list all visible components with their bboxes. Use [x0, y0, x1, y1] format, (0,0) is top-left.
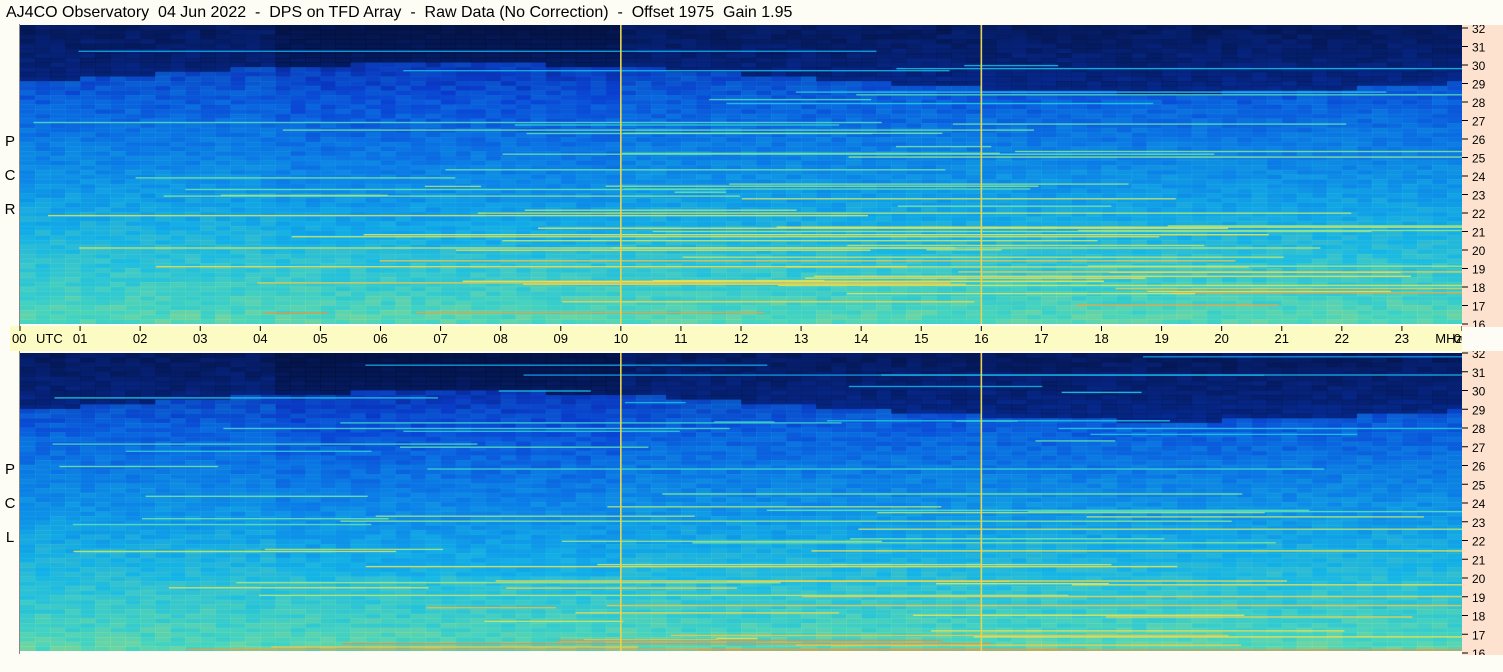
- lcp-frequency-axis-svg: 16 17 18 19 20 21 22 23 24 25 26 27 28 29 30 31 32: [1462, 351, 1486, 655]
- lcp-freq-tick-label: 22: [1472, 535, 1486, 549]
- rcp-freq-tick-label: 28: [1472, 96, 1486, 110]
- time-tick-label: 19: [1154, 331, 1168, 346]
- rcp-letter-r: R: [4, 201, 16, 218]
- lcp-freq-tick-label: 28: [1472, 422, 1486, 436]
- time-tick-label: 10: [614, 331, 628, 346]
- time-tick-label: 09: [554, 331, 568, 346]
- time-tick-label: 04: [253, 331, 267, 346]
- rcp-freq-tick-label: 29: [1472, 78, 1486, 92]
- lcp-spectrogram: [20, 353, 1462, 651]
- rcp-frequency-axis: 16 17 18 19 20 21 22 23 24 25 26 27 28 29 30 31 32: [1462, 25, 1503, 327]
- time-tick-label: 21: [1275, 331, 1289, 346]
- time-tick-label: 00: [12, 331, 26, 346]
- time-tick-label: 17: [1034, 331, 1048, 346]
- lcp-freq-tick-label: 32: [1472, 351, 1486, 361]
- rcp-label: P C R: [0, 125, 20, 227]
- rcp-freq-tick-label: 30: [1472, 59, 1486, 73]
- lcp-letter-c: C: [4, 495, 16, 512]
- rcp-spectrogram-svg: [20, 25, 1462, 324]
- lcp-freq-tick-label: 24: [1472, 497, 1486, 511]
- lcp-letter-p: P: [4, 461, 15, 478]
- rcp-freq-tick-label: 18: [1472, 281, 1486, 295]
- lcp-freq-tick-label: 19: [1472, 591, 1486, 605]
- time-tick-label: 22: [1335, 331, 1349, 346]
- time-axis: 00 01 02 03 04 05 06 07 08 09 10 11 12 13 14 15 16 17 18 19…: [10, 326, 1468, 351]
- time-tick-label: 16: [974, 331, 988, 346]
- lcp-label: P C L: [0, 453, 20, 555]
- time-tick-label: 20: [1214, 331, 1228, 346]
- lcp-freq-tick-label: 23: [1472, 516, 1486, 530]
- rcp-freq-tick-label: 17: [1472, 300, 1486, 314]
- lcp-freq-tick-label: 29: [1472, 403, 1486, 417]
- time-tick-label: 08: [493, 331, 507, 346]
- rcp-freq-tick-label: 23: [1472, 189, 1486, 203]
- lcp-freq-tick-label: 17: [1472, 628, 1486, 642]
- rcp-letter-c: C: [4, 167, 16, 184]
- rcp-freq-tick-label: 31: [1472, 41, 1486, 55]
- rcp-freq-tick-label: 20: [1472, 244, 1486, 258]
- rcp-freq-tick-label: 25: [1472, 152, 1486, 166]
- lcp-freq-tick-label: 18: [1472, 610, 1486, 624]
- frequency-unit-label: MHz: [1435, 331, 1462, 346]
- time-tick-label: 13: [794, 331, 808, 346]
- time-tick-label: 23: [1395, 331, 1409, 346]
- time-tick-label: 06: [373, 331, 387, 346]
- rcp-freq-tick-label: 27: [1472, 115, 1486, 129]
- rcp-freq-tick-label: 22: [1472, 207, 1486, 221]
- lcp-freq-tick-label: 20: [1472, 572, 1486, 586]
- rcp-freq-tick-label: 26: [1472, 133, 1486, 147]
- rcp-frequency-axis-svg: 16 17 18 19 20 21 22 23 24 25 26 27 28 29 30 31 32: [1462, 25, 1486, 327]
- lcp-freq-tick-label: 31: [1472, 366, 1486, 380]
- lcp-freq-tick-label: 27: [1472, 441, 1486, 455]
- rcp-freq-tick-label: 21: [1472, 226, 1486, 240]
- lcp-freq-tick-label: 25: [1472, 478, 1486, 492]
- time-tick-label: 11: [674, 331, 688, 346]
- rcp-intensity-cells: [20, 25, 1462, 324]
- rcp-freq-tick-label: 16: [1472, 318, 1486, 327]
- lcp-freq-tick-label: 26: [1472, 460, 1486, 474]
- time-tick-label: 07: [433, 331, 447, 346]
- time-tick-label: 01: [73, 331, 87, 346]
- rcp-letter-p: P: [4, 133, 15, 150]
- time-tick-label: 15: [914, 331, 928, 346]
- time-unit-label: UTC: [36, 331, 63, 346]
- lcp-spectrogram-svg: [20, 353, 1462, 651]
- lcp-freq-tick-label: 30: [1472, 385, 1486, 399]
- time-tick-label: 12: [734, 331, 748, 346]
- lcp-frequency-axis: 16 17 18 19 20 21 22 23 24 25 26 27 28 29 30 31 32: [1462, 351, 1503, 655]
- lcp-letter-l: L: [5, 529, 15, 546]
- rcp-freq-tick-label: 32: [1472, 25, 1486, 36]
- lcp-freq-tick-label: 16: [1472, 647, 1486, 655]
- chart-title: AJ4CO Observatory 04 Jun 2022 - DPS on T…: [6, 4, 793, 21]
- time-tick-label: 18: [1094, 331, 1108, 346]
- time-tick-label: 14: [854, 331, 868, 346]
- time-axis-svg: 00 01 02 03 04 05 06 07 08 09 10 11 12 13 14 15 16 17 18 19…: [12, 326, 1468, 346]
- rcp-freq-tick-label: 19: [1472, 263, 1486, 277]
- time-tick-label: 05: [313, 331, 327, 346]
- lcp-freq-tick-label: 21: [1472, 553, 1486, 567]
- time-tick-label: 02: [133, 331, 147, 346]
- rcp-spectrogram: [20, 25, 1462, 324]
- rcp-freq-tick-label: 24: [1472, 170, 1486, 184]
- time-tick-label: 03: [193, 331, 207, 346]
